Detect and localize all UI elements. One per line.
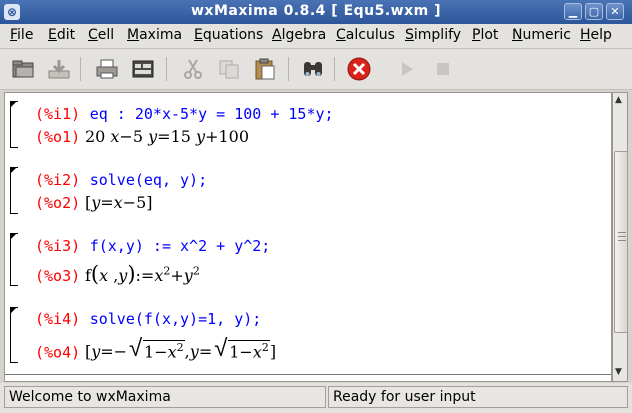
menu-calculus[interactable]: Calculus — [336, 27, 395, 43]
copy-icon[interactable] — [216, 57, 242, 81]
input-code[interactable]: eq : 20*x-5*y = 100 + 15*y; — [90, 105, 334, 123]
input-label: (%i4) — [35, 310, 81, 328]
status-bar: Welcome to wxMaxima Ready for user input — [0, 383, 632, 413]
output-math: [y=− √ 1−x2,y= √ 1−x2] — [84, 334, 277, 362]
status-state: Ready for user input — [328, 386, 628, 408]
input-line[interactable]: (%i1) eq : 20*x-5*y = 100 + 15*y; — [35, 105, 334, 123]
cell-4[interactable]: (%i4) solve(f(x,y)=1, y); (%o4) [y=− √ 1−x… — [5, 307, 605, 365]
worksheet[interactable]: (%i1) eq : 20*x-5*y = 100 + 15*y; (%o1) … — [4, 92, 612, 382]
menu-cell[interactable]: Cell — [88, 27, 114, 43]
menu-file[interactable]: File — [10, 27, 33, 43]
cell-bracket[interactable] — [10, 233, 18, 286]
cell-fold-triangle[interactable] — [10, 233, 17, 240]
close-button[interactable]: ✕ — [606, 3, 624, 20]
input-label: (%i3) — [35, 237, 81, 255]
output-line: (%o1) 20 x−5 y=15 y+100 — [35, 127, 249, 146]
menu-maxima[interactable]: Maxima — [127, 27, 182, 43]
interrupt-icon[interactable] — [346, 57, 372, 81]
output-math: f(x ,y):=x2+y2 — [84, 262, 200, 286]
output-math: [y=x−5] — [84, 193, 153, 212]
input-label: (%i2) — [35, 171, 81, 189]
cell-fold-triangle[interactable] — [10, 307, 17, 314]
window-title: wxMaxima 0.8.4 [ Equ5.wxm ] — [190, 3, 442, 19]
scroll-up-icon[interactable]: ▲ — [615, 95, 622, 105]
output-label: (%o4) — [35, 343, 81, 362]
cell-3[interactable]: (%i3) f(x,y) := x^2 + y^2; (%o3) f(x ,y)… — [5, 233, 605, 287]
minimize-button[interactable]: ▁ — [564, 3, 582, 20]
output-math: 20 x−5 y=15 y+100 — [84, 127, 250, 146]
menu-edit[interactable]: Edit — [48, 27, 75, 43]
cut-icon[interactable] — [180, 57, 206, 81]
menu-simplify[interactable]: Simplify — [405, 27, 461, 43]
cell-1[interactable]: (%i1) eq : 20*x-5*y = 100 + 15*y; (%o1) … — [5, 101, 605, 149]
stop-icon[interactable] — [430, 57, 456, 81]
sqrt-symbol: √ 1−x2 — [129, 334, 185, 362]
document-bottom-edge — [5, 374, 611, 375]
toolbar — [0, 49, 632, 90]
title-bar[interactable]: ⊗ wxMaxima 0.8.4 [ Equ5.wxm ] ▁ ▢ ✕ — [0, 0, 632, 24]
menu-help[interactable]: Help — [580, 27, 612, 43]
cell-bracket[interactable] — [10, 307, 18, 363]
menu-equations[interactable]: Equations — [194, 27, 263, 43]
output-label: (%o3) — [35, 267, 81, 285]
input-code[interactable]: solve(f(x,y)=1, y); — [90, 310, 262, 328]
play-icon[interactable] — [394, 57, 420, 81]
input-line[interactable]: (%i2) solve(eq, y); — [35, 171, 207, 189]
input-code[interactable]: f(x,y) := x^2 + y^2; — [90, 237, 271, 255]
output-line: (%o3) f(x ,y):=x2+y2 — [35, 262, 200, 286]
toolbar-separator — [288, 57, 289, 81]
output-line: (%o4) [y=− √ 1−x2,y= √ 1−x2] — [35, 334, 277, 362]
cell-fold-triangle[interactable] — [10, 101, 17, 108]
input-code[interactable]: solve(eq, y); — [90, 171, 207, 189]
cell-bracket[interactable] — [10, 167, 18, 214]
scroll-thumb[interactable] — [614, 151, 628, 333]
menu-bar: File Edit Cell Maxima Equations Algebra … — [0, 24, 632, 49]
paste-icon[interactable] — [252, 57, 278, 81]
cell-bracket[interactable] — [10, 101, 18, 148]
toolbar-separator — [80, 57, 81, 81]
menu-algebra[interactable]: Algebra — [272, 27, 326, 43]
menu-plot[interactable]: Plot — [472, 27, 498, 43]
input-line[interactable]: (%i3) f(x,y) := x^2 + y^2; — [35, 237, 270, 255]
open-icon[interactable] — [10, 57, 36, 81]
output-line: (%o2) [y=x−5] — [35, 193, 153, 212]
output-label: (%o2) — [35, 194, 81, 212]
sqrt-symbol: √ 1−x2 — [214, 334, 270, 362]
menu-numeric[interactable]: Numeric — [512, 27, 571, 43]
cell-2[interactable]: (%i2) solve(eq, y); (%o2) [y=x−5] — [5, 167, 605, 215]
toolbar-separator — [166, 57, 167, 81]
maximize-button[interactable]: ▢ — [585, 3, 603, 20]
cell-fold-triangle[interactable] — [10, 167, 17, 174]
status-message: Welcome to wxMaxima — [4, 386, 326, 408]
output-label: (%o1) — [35, 128, 81, 146]
scroll-down-icon[interactable]: ▼ — [615, 367, 622, 377]
config-icon[interactable] — [130, 57, 156, 81]
input-line[interactable]: (%i4) solve(f(x,y)=1, y); — [35, 310, 261, 328]
print-icon[interactable] — [94, 57, 120, 81]
input-label: (%i1) — [35, 105, 81, 123]
save-icon[interactable] — [46, 57, 72, 81]
toolbar-separator — [334, 57, 335, 81]
find-icon[interactable] — [300, 57, 326, 81]
vertical-scrollbar[interactable]: ▲ ▼ — [612, 92, 628, 382]
